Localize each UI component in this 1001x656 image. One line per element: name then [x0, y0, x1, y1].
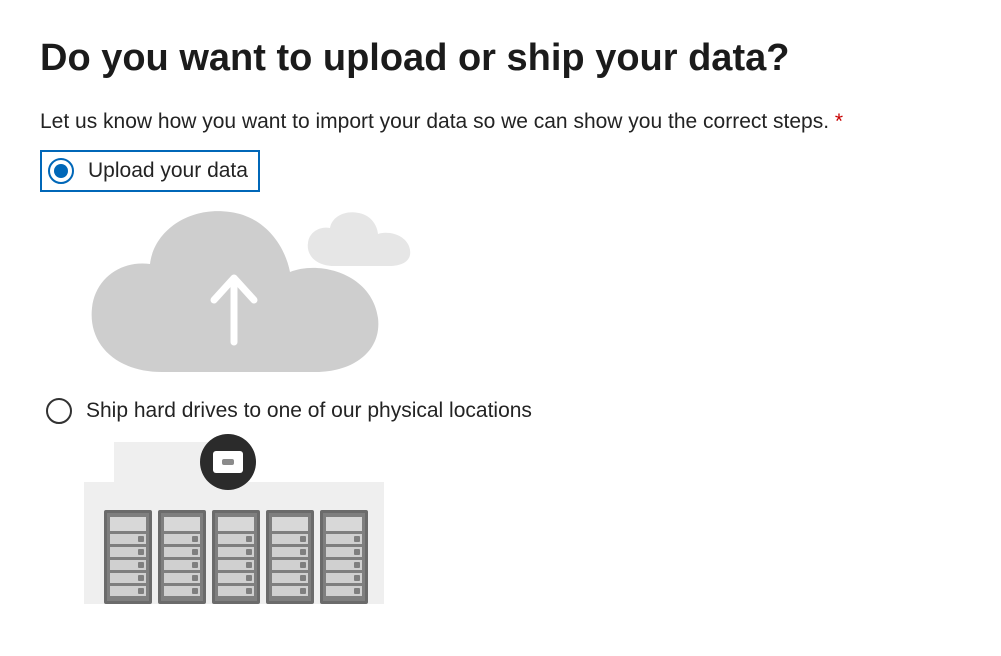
- radio-indicator-ship: [46, 398, 72, 424]
- radio-label-upload: Upload your data: [88, 159, 248, 183]
- prompt-text: Let us know how you want to import your …: [40, 110, 961, 134]
- radio-label-ship: Ship hard drives to one of our physical …: [86, 399, 532, 423]
- page-heading: Do you want to upload or ship your data?: [40, 36, 961, 82]
- radio-indicator-upload: [48, 158, 74, 184]
- option-ship: Ship hard drives to one of our physical …: [40, 392, 961, 604]
- prompt-text-body: Let us know how you want to import your …: [40, 110, 829, 133]
- required-asterisk: *: [835, 110, 843, 133]
- server-racks-icon: [104, 510, 368, 604]
- radio-ship[interactable]: Ship hard drives to one of our physical …: [40, 392, 542, 430]
- radio-upload[interactable]: Upload your data: [40, 150, 260, 192]
- arrow-up-icon: [206, 270, 262, 346]
- server-badge-icon: [200, 434, 256, 490]
- option-upload: Upload your data: [40, 150, 961, 376]
- ship-servers-illustration: [84, 434, 961, 604]
- upload-cloud-illustration: [84, 196, 961, 376]
